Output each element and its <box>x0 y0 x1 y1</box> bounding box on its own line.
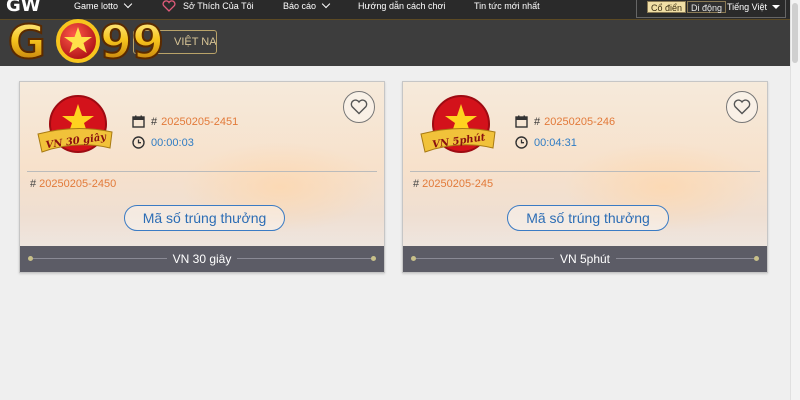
current-issue-number: 20250205-246 <box>544 115 616 128</box>
nav-reports-label: Báo cáo <box>283 1 317 11</box>
favorite-button[interactable] <box>343 91 375 123</box>
card-footer[interactable]: VN 30 giây <box>20 246 384 272</box>
language-selector[interactable]: Tiếng Việt <box>727 1 781 13</box>
game-title: VN 30 giây <box>166 252 238 266</box>
mobile-mode-button[interactable]: Di động <box>687 1 727 13</box>
game-title: VN 5phút <box>553 252 617 266</box>
display-language-box: Cổ điển Di động Tiếng Việt <box>636 0 786 18</box>
nav-latest-news-label: Tin tức mới nhất <box>474 1 540 11</box>
hash-symbol: # <box>30 178 37 190</box>
countdown-row: 00:04:31 <box>515 136 577 149</box>
winning-numbers-button[interactable]: Mã số trúng thưởng <box>124 205 285 231</box>
calendar-icon <box>515 115 528 128</box>
countdown-timer: 00:00:03 <box>151 136 194 149</box>
chevron-down-icon <box>123 0 133 8</box>
hash-symbol: # <box>151 115 158 128</box>
scrollbar-thumb[interactable] <box>792 3 798 63</box>
vn-flag-emblem-icon: VN 5phút <box>420 95 496 153</box>
current-issue-row: # 20250205-246 <box>515 115 615 128</box>
current-issue-row: # 20250205-2451 <box>132 115 238 128</box>
hash-symbol: # <box>413 178 420 190</box>
card-divider <box>410 171 760 172</box>
logo-digits: 99 <box>100 15 164 66</box>
heart-icon <box>350 99 368 115</box>
vn-flag-emblem-icon: VN 30 giây <box>37 95 113 153</box>
classic-mode-button[interactable]: Cổ điển <box>647 1 687 13</box>
nav-how-to-play[interactable]: Hướng dẫn cách chơi <box>358 0 445 12</box>
nav-latest-news[interactable]: Tin tức mới nhất <box>474 0 540 12</box>
game-card-vn-5min[interactable]: VN 5phút # 20250205-246 00:04:31 #202502… <box>402 81 768 273</box>
heart-icon <box>733 99 751 115</box>
winning-numbers-button[interactable]: Mã số trúng thưởng <box>507 205 669 231</box>
previous-issue-row: #20250205-245 <box>413 178 493 190</box>
clock-icon <box>515 136 528 149</box>
nav-favorites-label: Sở Thích Của Tôi <box>183 1 254 11</box>
nav-reports[interactable]: Báo cáo <box>283 0 331 12</box>
card-footer[interactable]: VN 5phút <box>403 246 767 272</box>
footer-dot <box>754 256 759 261</box>
previous-issue-number: 20250205-245 <box>422 178 494 190</box>
language-label: Tiếng Việt <box>727 2 768 12</box>
caret-down-icon <box>772 5 781 9</box>
favorite-button[interactable] <box>726 91 758 123</box>
nav-how-to-play-label: Hướng dẫn cách chơi <box>358 1 446 11</box>
logo-letter-g: G <box>8 15 46 66</box>
card-divider <box>27 171 377 172</box>
chevron-down-icon <box>321 0 331 8</box>
footer-dot <box>411 256 416 261</box>
go99-logo[interactable]: G 99 <box>6 10 176 66</box>
previous-issue-number: 20250205-2450 <box>39 178 117 190</box>
game-card-vn-30s[interactable]: VN 30 giây # 20250205-2451 00:00:03 #202… <box>19 81 385 273</box>
calendar-icon <box>132 115 145 128</box>
hash-symbol: # <box>534 115 541 128</box>
countdown-row: 00:00:03 <box>132 136 194 149</box>
clock-icon <box>132 136 145 149</box>
countdown-timer: 00:04:31 <box>534 136 577 149</box>
previous-issue-row: #20250205-2450 <box>30 178 116 190</box>
footer-dot <box>28 256 33 261</box>
current-issue-number: 20250205-2451 <box>161 115 239 128</box>
footer-dot <box>371 256 376 261</box>
